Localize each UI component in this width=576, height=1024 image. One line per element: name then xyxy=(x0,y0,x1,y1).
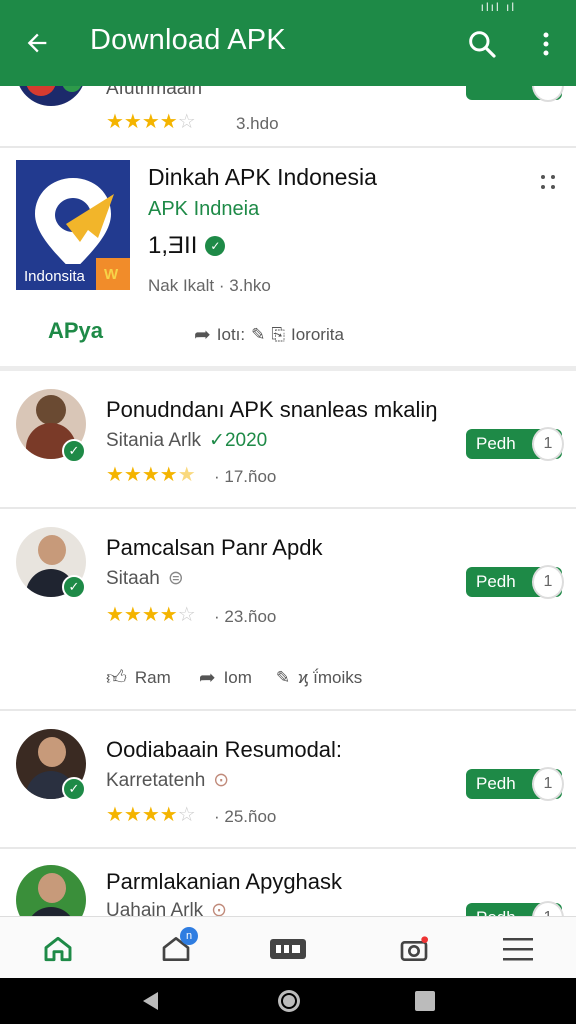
download-button[interactable]: Pedh1 xyxy=(466,901,564,916)
lock-icon: ⊜ xyxy=(167,568,184,589)
app-subtitle-row: Uahaiņ Arlk ⊙ xyxy=(106,899,228,917)
count-circle: 1 xyxy=(532,767,564,801)
featured-count: 1,ƎII xyxy=(148,232,198,259)
verified-year: ✓2020 xyxy=(209,430,268,451)
brand-label[interactable]: APya xyxy=(48,318,103,344)
page-title: Download APK xyxy=(90,24,286,56)
app-subtitle: Sitania Arlk xyxy=(106,429,202,451)
menu-icon[interactable] xyxy=(498,929,538,969)
camera-icon[interactable] xyxy=(394,929,434,969)
notification-badge: n xyxy=(180,927,198,945)
edit-icon[interactable]: ✎ xyxy=(276,668,290,688)
list-item[interactable]: Afuthmaain ★★★★☆ 3.hdo xyxy=(0,86,576,146)
system-back-icon[interactable] xyxy=(140,990,160,1017)
app-subtitle: Afuthmaain xyxy=(106,86,203,99)
download-button[interactable]: Pedh1 xyxy=(466,565,564,599)
featured-actions: ➦ Iotı: ✎ ⎘ Iororita xyxy=(194,322,344,347)
verified-icon: ✓ xyxy=(205,236,226,256)
featured-title: Dinkah APK Indonesia xyxy=(148,164,377,190)
status-bar-signal: ılıl ıl xyxy=(480,0,516,14)
app-title: Pamcalsan Panr Apdk xyxy=(106,535,323,560)
rating-stars: ★★★★☆ xyxy=(106,804,196,826)
list-item[interactable]: ✓ Ponudndanı APK snanleas mkaliŋ Sitania… xyxy=(0,371,576,507)
updates-icon[interactable]: n xyxy=(156,927,198,969)
like-label[interactable]: Ram xyxy=(135,668,171,688)
system-nav-bar xyxy=(0,978,576,1024)
more-label[interactable]: ϗ ḯmoiks xyxy=(298,668,362,688)
featured-card[interactable]: Indonsita W Dinkah APK Indonesia APK Ind… xyxy=(0,148,576,366)
app-meta: · 23.ñoo xyxy=(214,607,277,626)
count-circle: 1 xyxy=(532,427,564,461)
app-bar: ılıl ıl Download APK xyxy=(0,0,576,86)
app-icon xyxy=(16,86,86,106)
share-icon[interactable]: ➦ xyxy=(199,665,216,690)
home-icon[interactable] xyxy=(38,929,78,969)
app-list[interactable]: Afuthmaain ★★★★☆ 3.hdo Indonsita W Dinka… xyxy=(0,86,576,916)
app-meta: 3.hdo xyxy=(236,114,279,133)
logo-text: Indonsita xyxy=(24,268,85,285)
video-icon[interactable] xyxy=(268,929,308,969)
app-subtitle: Sitaah xyxy=(106,567,160,589)
app-subtitle: Uahaiņ Arlk xyxy=(106,899,204,917)
edit-icon[interactable]: ✎ xyxy=(251,325,265,345)
system-recents-icon[interactable] xyxy=(414,990,436,1017)
verified-badge-icon: ✓ xyxy=(62,439,86,463)
app-subtitle-row: Karretatenh ⊙ xyxy=(106,769,229,792)
rating-stars: ★★★★☆ xyxy=(106,604,196,626)
count-circle xyxy=(532,86,564,102)
app-subtitle-row: Sitaah ⊜ xyxy=(106,567,184,590)
download-button[interactable]: Pedh1 xyxy=(466,767,564,801)
list-item[interactable]: Parmlakanian Apyghask Uahaiņ Arlk ⊙ Pedh… xyxy=(0,849,576,916)
share-label[interactable]: Iom xyxy=(224,668,252,688)
publisher-avatar xyxy=(16,865,86,916)
back-arrow-icon[interactable] xyxy=(20,26,54,60)
app-title: Oodiabaain Resumodal: xyxy=(106,737,343,762)
featured-meta: Nak Ikalt · 3.hko xyxy=(148,276,271,295)
download-button[interactable] xyxy=(466,86,564,102)
badge-icon: ⊙ xyxy=(213,770,230,791)
featured-subtitle: APK Indneia xyxy=(148,198,260,220)
item-actions: 👍︎ Ram ➦ Iom ✎ ϗ ḯmoiks xyxy=(106,665,362,690)
share-icon[interactable]: ➦ xyxy=(194,322,211,347)
app-meta: · 17.ñoo xyxy=(214,467,277,486)
app-meta: · 25.ñoo xyxy=(214,807,277,826)
search-icon[interactable] xyxy=(466,28,500,62)
badge-icon: ⊙ xyxy=(211,900,228,916)
logo-badge: W xyxy=(104,266,119,283)
share-label[interactable]: Iotı: xyxy=(217,325,245,345)
count-circle: 1 xyxy=(532,565,564,599)
report-icon[interactable]: ⎘ xyxy=(271,325,285,345)
verified-badge-icon: ✓ xyxy=(62,575,86,599)
report-label[interactable]: Iororita xyxy=(291,325,344,345)
list-item[interactable]: ✓ Oodiabaain Resumodal: Karretatenh ⊙ ★★… xyxy=(0,711,576,847)
bottom-nav: n xyxy=(0,916,576,978)
app-subtitle-row: Sitania Arlk ✓2020 xyxy=(106,429,267,452)
rating-stars: ★★★★★ xyxy=(106,464,196,486)
more-vert-icon[interactable] xyxy=(534,28,558,62)
verified-badge-icon: ✓ xyxy=(62,777,86,801)
thumbs-up-icon[interactable]: 👍︎ xyxy=(106,666,127,690)
rating-stars: ★★★★☆ xyxy=(106,111,196,133)
featured-app-logo: Indonsita W xyxy=(16,160,130,290)
system-home-icon[interactable] xyxy=(276,988,302,1019)
download-button[interactable]: Pedh1 xyxy=(466,427,564,461)
list-item[interactable]: ✓ Pamcalsan Panr Apdk Sitaah ⊜ ★★★★☆ · 2… xyxy=(0,509,576,709)
app-title: Ponudndanı APK snanleas mkaliŋ xyxy=(106,397,438,422)
featured-count-row: 1,ƎII ✓ xyxy=(148,232,226,260)
app-subtitle: Karretatenh xyxy=(106,769,206,791)
app-title: Parmlakanian Apyghask xyxy=(106,869,343,894)
count-circle: 1 xyxy=(532,901,564,916)
overflow-menu-icon[interactable] xyxy=(538,172,558,192)
